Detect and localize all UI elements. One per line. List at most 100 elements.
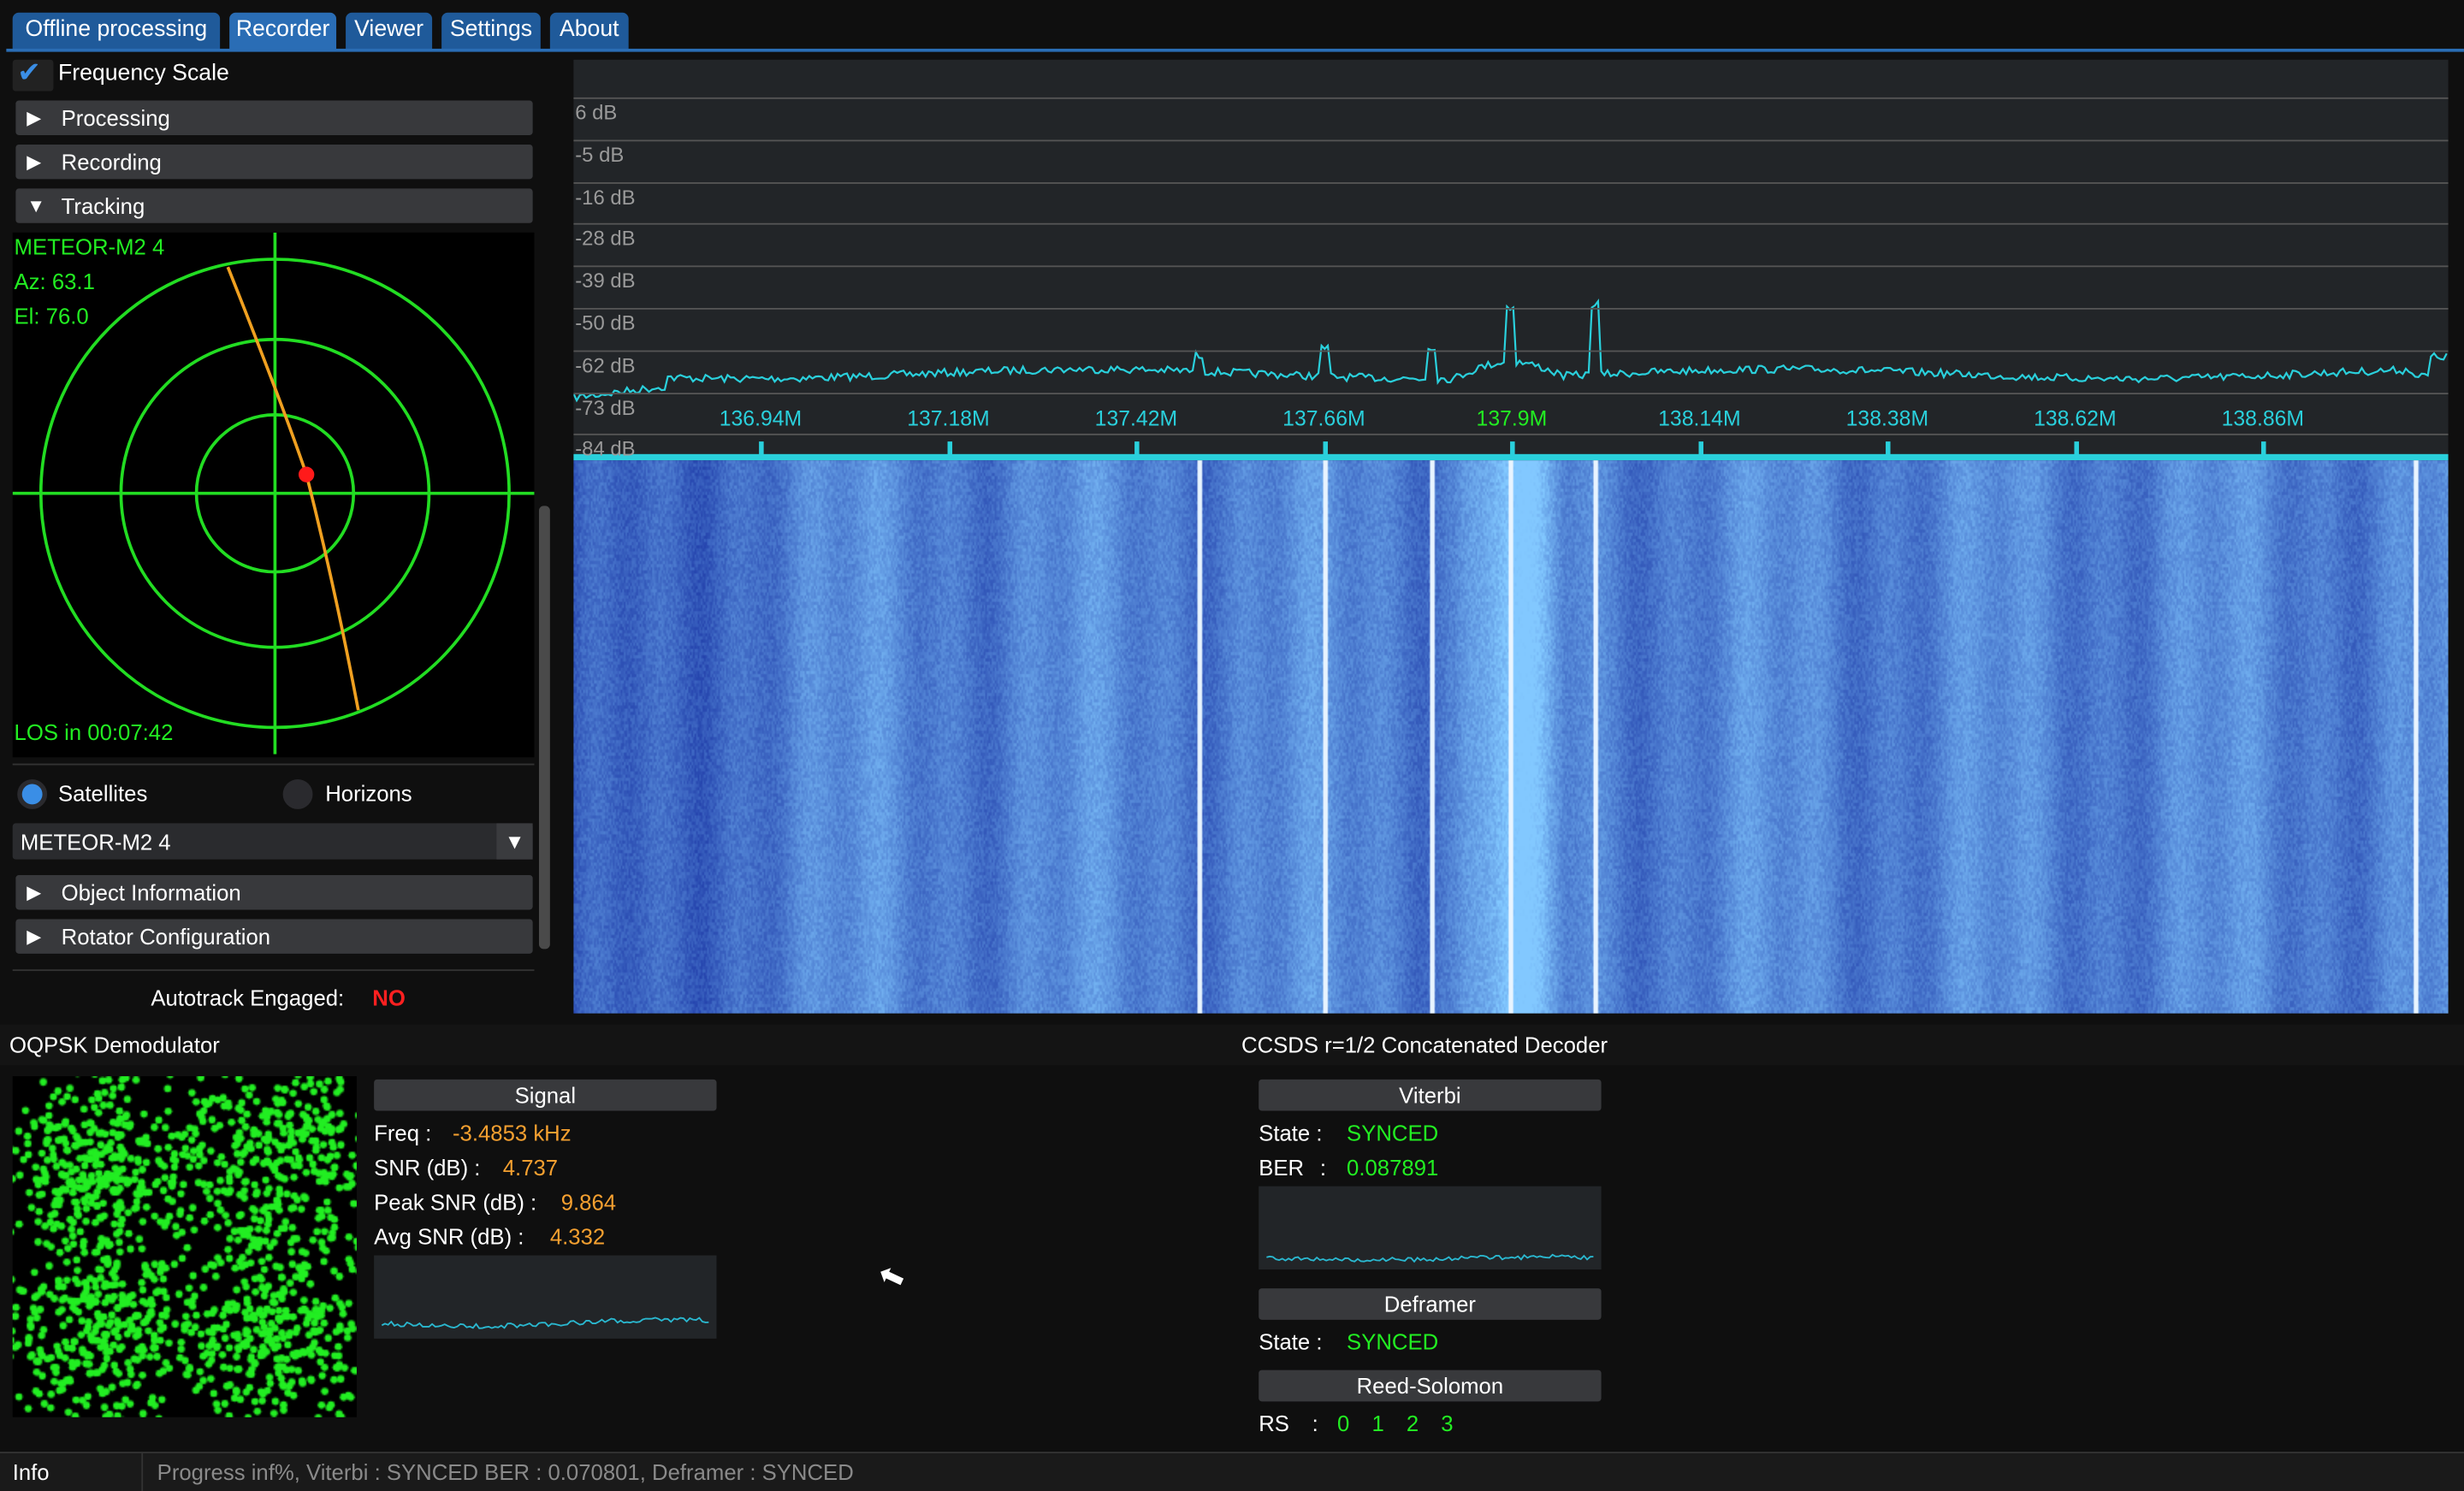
frequency-label: 137.18M xyxy=(907,406,990,431)
frequency-tick xyxy=(2261,441,2266,456)
viterbi-state-label: State : xyxy=(1259,1120,1323,1145)
db-label: -62 dB xyxy=(575,352,636,377)
mouse-cursor-icon: ⬉ xyxy=(874,1256,910,1299)
satellites-radio[interactable] xyxy=(17,779,48,809)
status-message: Progress inf%, Viterbi : SYNCED BER : 0.… xyxy=(157,1459,854,1485)
db-label: -28 dB xyxy=(575,227,636,251)
tracking-header[interactable]: ▼ Tracking xyxy=(15,188,533,223)
autotrack-label: Autotrack Engaged: xyxy=(151,985,345,1010)
fft-gridline xyxy=(573,350,2449,352)
snr-history-plot xyxy=(374,1255,717,1339)
recording-label: Recording xyxy=(61,149,162,175)
db-label: -84 dB xyxy=(575,437,636,461)
satellite-combo[interactable]: METEOR-M2 4 ▼ xyxy=(12,823,533,860)
ber-value: 0.087891 xyxy=(1347,1154,1439,1180)
processing-header[interactable]: ▶ Processing xyxy=(15,100,533,135)
frequency-scale-checkbox[interactable]: ✔ xyxy=(12,56,54,92)
fft-gridline xyxy=(573,181,2449,184)
viterbi-header: Viterbi xyxy=(1259,1079,1602,1111)
fft-gridline xyxy=(573,97,2449,99)
frequency-tick xyxy=(1697,441,1703,456)
triangle-right-icon: ▶ xyxy=(27,151,42,174)
frequency-label: 137.42M xyxy=(1094,406,1178,431)
divider xyxy=(12,763,535,766)
spectrum-trace xyxy=(573,298,2448,403)
frequency-label: 138.14M xyxy=(1658,406,1741,431)
elevation-readout: El: 76.0 xyxy=(14,303,89,328)
app-window: Offline processing Recorder Viewer Setti… xyxy=(0,0,2464,1491)
tab-about[interactable]: About xyxy=(549,12,629,49)
reed-solomon-header: Reed-Solomon xyxy=(1259,1370,1602,1402)
rotator-configuration-label: Rotator Configuration xyxy=(61,923,271,950)
horizons-radio-label: Horizons xyxy=(325,780,412,807)
frequency-label: 138.62M xyxy=(2034,406,2117,431)
viterbi-state-value: SYNCED xyxy=(1347,1120,1439,1145)
fft-gridline xyxy=(573,223,2449,226)
tab-settings[interactable]: Settings xyxy=(441,12,541,49)
los-countdown: LOS in 00:07:42 xyxy=(14,719,174,745)
snr-value: 4.737 xyxy=(502,1154,559,1180)
fft-gridline xyxy=(573,434,2449,436)
tab-bar-divider xyxy=(6,48,2464,52)
fft-gridline xyxy=(573,392,2449,394)
object-information-header[interactable]: ▶ Object Information xyxy=(15,875,533,910)
azimuth-readout: Az: 63.1 xyxy=(14,269,95,294)
rotator-configuration-header[interactable]: ▶ Rotator Configuration xyxy=(15,919,533,954)
history-line xyxy=(381,1316,709,1329)
tracked-satellite-name: METEOR-M2 4 xyxy=(14,234,165,260)
deframer-state-value: SYNCED xyxy=(1347,1328,1439,1355)
triangle-right-icon: ▶ xyxy=(27,925,42,948)
tab-recorder[interactable]: Recorder xyxy=(229,12,337,49)
polar-plot-svg xyxy=(12,232,535,754)
avg-snr-label: Avg SNR (dB) : xyxy=(374,1223,524,1250)
triangle-right-icon: ▶ xyxy=(27,106,42,129)
db-label: -16 dB xyxy=(575,184,636,209)
left-panel-scrollbar[interactable] xyxy=(538,506,550,950)
radio-selected-dot xyxy=(21,784,43,805)
rs-block-0: 0 xyxy=(1337,1411,1350,1436)
divider xyxy=(12,969,535,972)
history-line xyxy=(1266,1253,1594,1263)
rs-block-3: 3 xyxy=(1441,1411,1454,1436)
rs-separator: : xyxy=(1312,1411,1318,1436)
satellite-combo-value: METEOR-M2 4 xyxy=(20,829,171,855)
frequency-label: 136.94M xyxy=(719,406,803,431)
peak-snr-label: Peak SNR (dB) : xyxy=(374,1189,537,1215)
frequency-tick xyxy=(1510,441,1515,456)
frequency-tick xyxy=(759,441,764,456)
autotrack-status: NO xyxy=(372,985,406,1010)
decoder-title: CCSDS r=1/2 Concatenated Decoder xyxy=(1241,1032,1608,1058)
snr-label: SNR (dB) : xyxy=(374,1154,481,1180)
db-label: -5 dB xyxy=(575,142,625,167)
horizons-radio[interactable] xyxy=(282,779,313,809)
waterfall[interactable] xyxy=(573,460,2449,1014)
db-label: -73 dB xyxy=(575,395,636,419)
frequency-label: 138.38M xyxy=(1845,406,1929,431)
status-divider xyxy=(141,1453,144,1491)
frequency-tick xyxy=(2073,441,2079,456)
peak-snr-value: 9.864 xyxy=(560,1189,617,1215)
tracking-label: Tracking xyxy=(61,192,145,219)
frequency-scale-label: Frequency Scale xyxy=(57,61,229,87)
demodulator-title: OQPSK Demodulator xyxy=(9,1032,220,1058)
object-information-label: Object Information xyxy=(61,879,241,905)
triangle-right-icon: ▶ xyxy=(27,881,42,904)
satellite-position-dot xyxy=(298,466,315,482)
tab-viewer[interactable]: Viewer xyxy=(346,12,433,49)
recording-header[interactable]: ▶ Recording xyxy=(15,144,533,180)
frequency-label: 137.9M xyxy=(1476,406,1548,431)
rs-block-1: 1 xyxy=(1371,1411,1384,1436)
deframer-header: Deframer xyxy=(1259,1288,1602,1320)
satellites-radio-label: Satellites xyxy=(57,780,148,807)
constellation-plot xyxy=(12,1076,357,1417)
tab-offline-processing[interactable]: Offline processing xyxy=(12,12,221,49)
fft-gridline xyxy=(573,139,2449,141)
triangle-down-icon: ▼ xyxy=(27,194,46,217)
chevron-down-icon[interactable]: ▼ xyxy=(496,823,533,860)
signal-header: Signal xyxy=(374,1079,717,1111)
frequency-tick xyxy=(1322,441,1328,456)
status-bar: Info Progress inf%, Viterbi : SYNCED BER… xyxy=(0,1452,2464,1491)
frequency-label: 138.86M xyxy=(2221,406,2305,431)
ber-label: BER xyxy=(1259,1154,1305,1180)
db-label: 6 dB xyxy=(575,100,618,125)
